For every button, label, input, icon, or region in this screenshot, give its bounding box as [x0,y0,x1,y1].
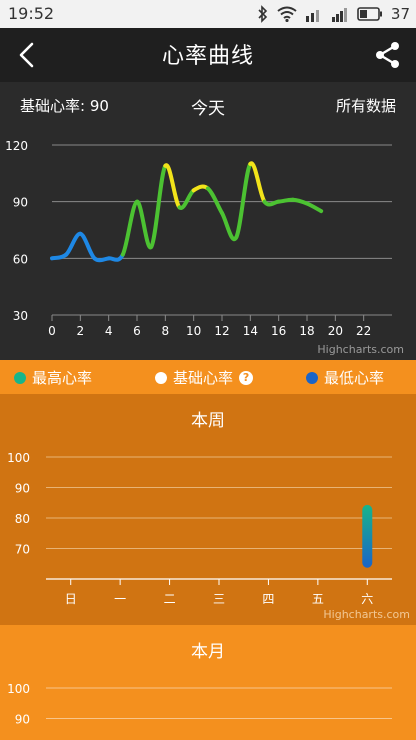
legend-item-min[interactable]: 最低心率 [306,367,384,388]
legend-item-base[interactable]: 基础心率 ? [155,367,254,388]
status-time: 19:52 [8,4,55,23]
x-tick-label: 日 [65,592,77,606]
heart-rate-line-segment [234,161,253,240]
share-icon[interactable] [374,41,402,69]
y-tick-label: 70 [15,543,30,557]
y-tick-label: 100 [7,451,30,465]
x-tick-label: 22 [356,324,371,338]
x-tick-label: 4 [105,324,113,338]
x-tick-label: 二 [164,592,176,606]
legend-min-dot [306,371,318,384]
x-tick-label: 六 [361,592,373,606]
y-tick-label: 90 [15,713,30,727]
x-tick-label: 6 [133,324,141,338]
chart-credit[interactable]: Highcharts.com [317,343,404,356]
week-heart-rate-chart: 70 80 90 100 日 一 二 三 四 五 六 [7,451,392,606]
x-tick-label: 一 [114,592,126,606]
heart-rate-line-segment [163,163,182,210]
signal-icon [331,8,347,22]
x-tick-label: 四 [262,592,274,606]
x-tick-label: 2 [77,324,85,338]
heart-rate-line-segment [290,197,309,206]
x-tick-label: 8 [162,324,170,338]
heart-rate-line-segment [177,188,196,210]
legend-base-dot [155,371,167,384]
battery-level: 37 [390,5,410,23]
heart-rate-line-segment [220,211,239,242]
x-tick-label: 16 [271,324,286,338]
heart-rate-line-segment [92,256,111,263]
help-icon[interactable]: ? [239,370,254,385]
wifi-icon [277,6,297,22]
x-tick-label: 14 [243,324,258,338]
x-tick-label: 五 [312,592,324,606]
x-tick-label: 三 [213,592,225,606]
month-heart-rate-chart: 90 100 [7,682,392,727]
legend-item-max[interactable]: 最高心率 [14,367,92,388]
heart-rate-line-segment [64,231,83,257]
heart-rate-line-segment [205,186,224,215]
legend-min-label: 最低心率 [324,369,385,387]
heart-rate-line-segment [262,199,281,207]
summary-row: 基础心率: 90 今天 所有数据 [0,92,416,119]
y-tick-label: 80 [15,512,30,526]
y-tick-label: 100 [7,682,30,696]
x-tick-label: 12 [214,324,229,338]
all-data-link[interactable]: 所有数据 [336,95,396,116]
x-tick-label: 0 [48,324,56,338]
page-title: 心率曲线 [161,44,254,69]
y-tick-label: 30 [13,309,28,323]
heart-rate-range-bar[interactable] [362,504,373,568]
week-chart-panel: 本周 70 80 90 100 日一二三四五六 Highcharts.com [0,394,416,625]
heart-rate-line-segment [78,231,97,261]
daily-heart-rate-chart: 30 60 90 120 0 2 4 6 8 10 12 14 16 18 20 22 [5,139,392,338]
y-tick-label: 90 [13,196,28,210]
y-tick-label: 60 [13,252,28,266]
x-tick-label: 18 [299,324,314,338]
heart-rate-line-segment [50,252,69,261]
heart-rate-line-segment [191,184,210,193]
heart-rate-line-segment [135,199,154,250]
legend-max-label: 最高心率 [32,369,93,387]
heart-rate-line-segment [305,201,324,214]
battery-icon [357,7,382,21]
week-chart-credit[interactable]: Highcharts.com [323,608,410,621]
daily-chart-panel: 基础心率: 90 今天 所有数据 30 60 90 120 0 2 4 6 8 10 12 14 16 1… [0,82,416,360]
x-tick-label: 20 [328,324,343,338]
status-bar: 19:52 37 [0,0,416,28]
legend-base-label: 基础心率 [173,369,234,387]
heart-rate-line-segment [276,197,295,204]
month-chart-panel: 本月 90 100 [0,625,416,740]
heart-rate-line-segment [248,161,267,204]
app-bar: 心率曲线 [0,28,416,82]
y-tick-label: 120 [5,139,28,153]
heart-rate-line-segment [106,252,125,262]
bluetooth-icon [258,5,268,23]
y-tick-label: 90 [15,482,30,496]
x-tick-label: 10 [186,324,201,338]
legend-max-dot [14,371,26,384]
chart-legend: 最高心率 基础心率 ? 最低心率 [0,360,416,394]
signal-3g-icon [305,10,319,22]
heart-rate-line-segment [149,163,168,249]
heart-rate-line-segment [120,199,139,257]
